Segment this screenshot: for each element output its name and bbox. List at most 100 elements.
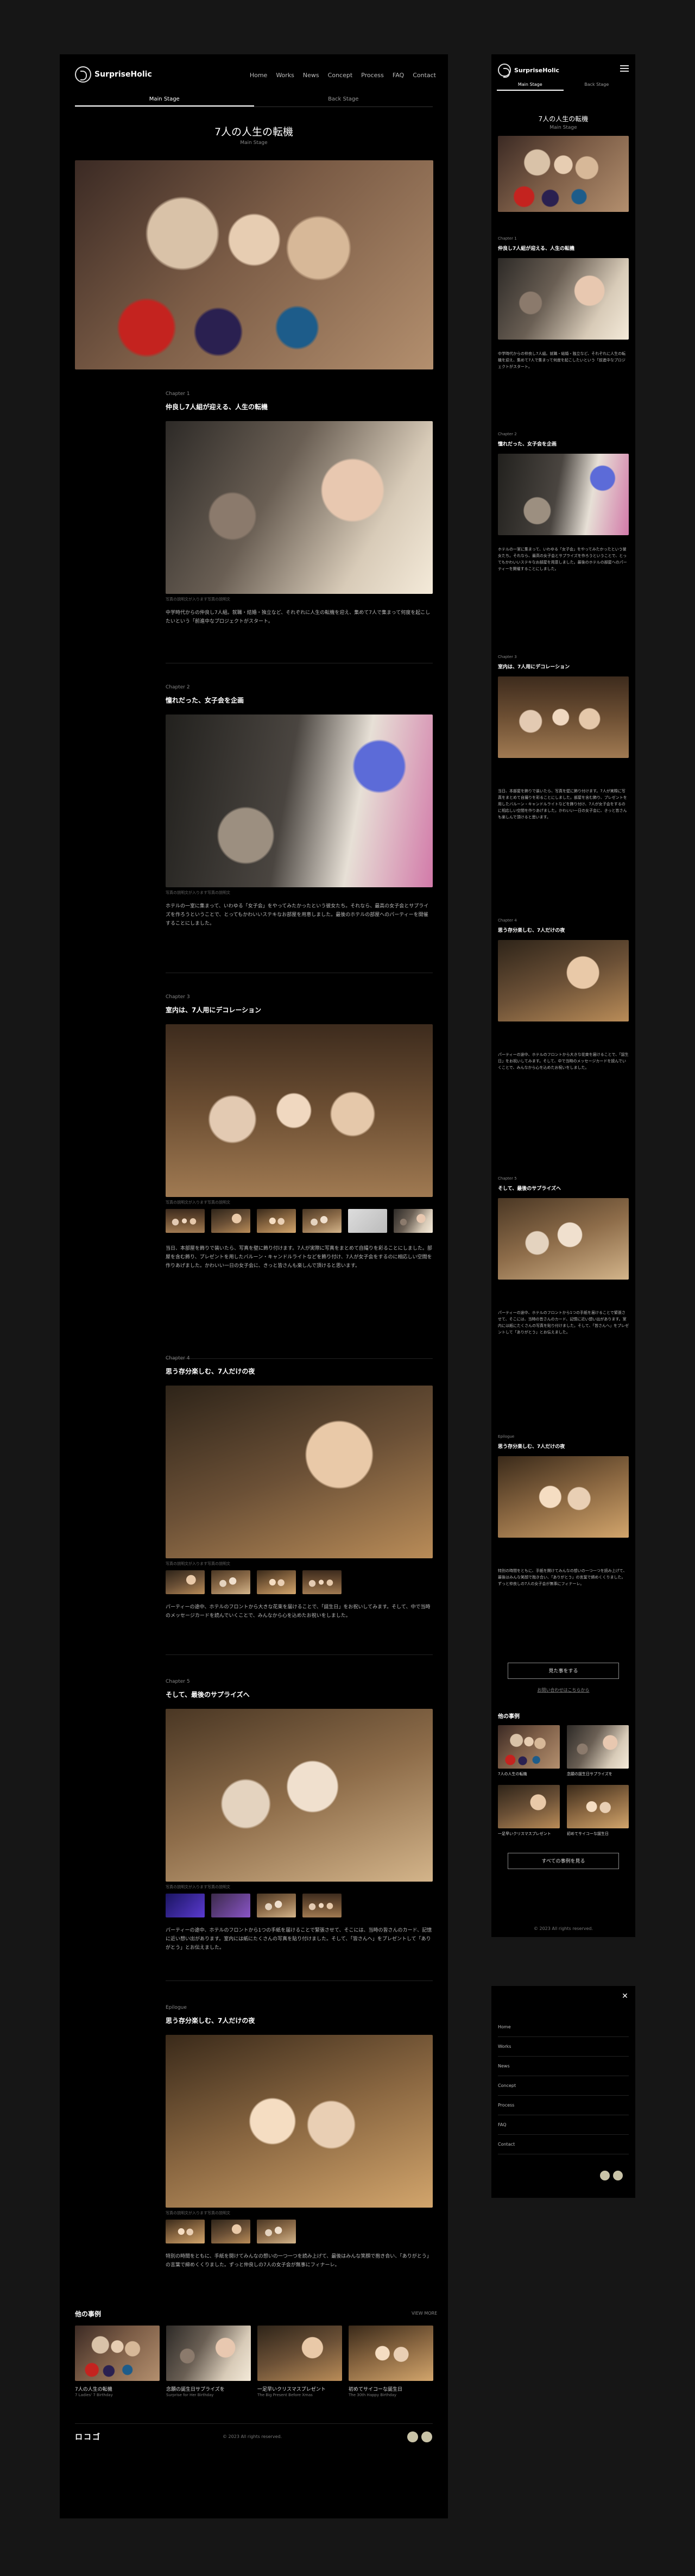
related-card-sub: The Big Present Before Xmas bbox=[257, 2393, 313, 2397]
chapter-heading: そして、最後のサプライズへ bbox=[166, 1691, 250, 1698]
view-more-link[interactable]: VIEW MORE bbox=[412, 2311, 437, 2316]
thumbnail[interactable] bbox=[302, 1570, 342, 1594]
related-card-title[interactable]: 7人の人生の転機 bbox=[75, 2385, 112, 2392]
nav-item-works[interactable]: Works bbox=[276, 72, 294, 79]
thumbnail[interactable] bbox=[166, 1209, 205, 1233]
thumbnail[interactable] bbox=[394, 1209, 433, 1233]
mobile-menu: ✕ Home Works News Concept Process FAQ Co… bbox=[491, 1986, 635, 2198]
chapter-label: Chapter 1 bbox=[498, 236, 517, 241]
related-card-image[interactable] bbox=[567, 1725, 629, 1769]
contact-link[interactable]: お問い合わせはこちらから bbox=[491, 1687, 635, 1693]
chapter-image bbox=[498, 1198, 629, 1280]
stage-tabs: Main Stage Back Stage bbox=[75, 92, 433, 106]
menu-item[interactable]: News bbox=[498, 2057, 629, 2076]
thumbnail[interactable] bbox=[211, 1209, 250, 1233]
menu-item[interactable]: FAQ bbox=[498, 2115, 629, 2135]
related-card-image[interactable] bbox=[567, 1785, 629, 1828]
thumbnail[interactable] bbox=[348, 1209, 387, 1233]
mobile-logo[interactable]: SurpriseHolic bbox=[498, 62, 559, 78]
nav-item-news[interactable]: News bbox=[303, 72, 319, 79]
thumbnail[interactable] bbox=[211, 1570, 250, 1594]
nav-item-home[interactable]: Home bbox=[250, 72, 267, 79]
thumbnail[interactable] bbox=[257, 1209, 296, 1233]
chapter-heading: 思う存分楽しむ、7人だけの夜 bbox=[166, 2017, 255, 2025]
related-card-title[interactable]: 7人の人生の転機 bbox=[498, 1771, 527, 1777]
image-caption: 写真の説明文が入ります写真の説明文 bbox=[166, 1200, 230, 1205]
tab-main-stage[interactable]: Main Stage bbox=[75, 92, 254, 106]
related-card-title[interactable]: 一足早いクリスマスプレゼント bbox=[498, 1831, 551, 1837]
menu-item[interactable]: Process bbox=[498, 2096, 629, 2115]
chapter-heading: 憧れだった、女子会を企画 bbox=[166, 697, 244, 704]
chapter-image bbox=[498, 454, 629, 535]
desktop-page: SurpriseHolic Home Works News Concept Pr… bbox=[60, 54, 448, 2518]
nav-item-concept[interactable]: Concept bbox=[328, 72, 353, 79]
thumbnail[interactable] bbox=[257, 1894, 296, 1917]
logo[interactable]: SurpriseHolic bbox=[75, 66, 152, 83]
nav-item-faq[interactable]: FAQ bbox=[393, 72, 404, 79]
tab-back-stage[interactable]: Back Stage bbox=[254, 92, 433, 106]
logo-text: SurpriseHolic bbox=[514, 66, 560, 74]
thumbnail[interactable] bbox=[166, 1570, 205, 1594]
chapter-body: パーティーの途中、ホテルのフロントから1つの手紙を届けることで緊張させて、そこに… bbox=[498, 1311, 629, 1334]
copyright: © 2023 All rights reserved. bbox=[223, 2434, 282, 2439]
chapter-image bbox=[498, 940, 629, 1021]
menu-item[interactable]: Home bbox=[498, 2017, 629, 2037]
chapter-label: Chapter 2 bbox=[166, 685, 190, 690]
chapter-heading: 思う存分楽しむ、7人だけの夜 bbox=[498, 928, 565, 933]
related-card-image[interactable] bbox=[75, 2326, 160, 2381]
chapter-label: Chapter 4 bbox=[498, 918, 517, 923]
image-caption: 写真の説明文が入ります写真の説明文 bbox=[166, 1562, 230, 1566]
chapter-label: Chapter 3 bbox=[166, 994, 190, 1000]
thumbnail[interactable] bbox=[166, 2220, 205, 2243]
chapter-body: 当日、本部屋を飾りで装いたら、写真を壁に飾り付けます。7人が実際に写真をまとめて… bbox=[166, 1246, 432, 1269]
request-button[interactable]: 見た事をする bbox=[508, 1663, 619, 1679]
thumbnail[interactable] bbox=[166, 1894, 205, 1917]
thumbnail[interactable] bbox=[211, 1894, 250, 1917]
copyright: © 2023 All rights reserved. bbox=[533, 1926, 593, 1931]
footer-divider bbox=[75, 2423, 433, 2424]
menu-item[interactable]: Works bbox=[498, 2037, 629, 2057]
close-icon[interactable]: ✕ bbox=[621, 1992, 629, 2000]
nav-item-contact[interactable]: Contact bbox=[413, 72, 436, 79]
facebook-icon[interactable] bbox=[600, 2171, 610, 2180]
related-card-title[interactable]: 初めてサイコーな誕生日 bbox=[349, 2385, 402, 2392]
chapter-image bbox=[166, 1386, 433, 1558]
logo-mark-icon bbox=[75, 66, 91, 83]
thumbnail[interactable] bbox=[257, 1570, 296, 1594]
thumbnail[interactable] bbox=[257, 2220, 296, 2243]
twitter-icon[interactable] bbox=[421, 2431, 432, 2442]
menu-item[interactable]: Concept bbox=[498, 2076, 629, 2096]
related-card-title[interactable]: 念願の誕生日サプライズを bbox=[567, 1771, 612, 1777]
chapter-label: Epilogue bbox=[166, 2005, 187, 2010]
chapter-heading: 室内は、7人用にデコレーション bbox=[498, 665, 570, 670]
tab-back-stage[interactable]: Back Stage bbox=[564, 79, 630, 91]
divider bbox=[166, 1980, 433, 1981]
related-card-title[interactable]: 初めてサイコーな誕生日 bbox=[567, 1831, 609, 1837]
facebook-icon[interactable] bbox=[407, 2431, 418, 2442]
footer-logo[interactable]: ロコゴ bbox=[75, 2431, 101, 2442]
related-card-title[interactable]: 一足早いクリスマスプレゼント bbox=[257, 2385, 326, 2392]
related-card-image[interactable] bbox=[166, 2326, 251, 2381]
chapter-image bbox=[498, 258, 629, 340]
all-works-button[interactable]: すべての事例を見る bbox=[508, 1853, 619, 1869]
related-card-image[interactable] bbox=[498, 1785, 560, 1828]
page-subtitle: Main Stage bbox=[549, 125, 577, 130]
chapter-body: ホテルの一室に集まって、いわゆる「女子会」をやってみたかったという彼女たち。それ… bbox=[498, 547, 627, 571]
thumbnail[interactable] bbox=[302, 1209, 342, 1233]
related-card-title[interactable]: 念願の誕生日サプライズを bbox=[166, 2385, 225, 2392]
thumbnail[interactable] bbox=[302, 1894, 342, 1917]
menu-icon[interactable] bbox=[620, 65, 629, 72]
chapter-image bbox=[166, 714, 433, 887]
twitter-icon[interactable] bbox=[613, 2171, 623, 2180]
tab-divider bbox=[75, 106, 433, 107]
chapter-heading: 憧れだった、女子会を企画 bbox=[498, 442, 557, 447]
thumbnail[interactable] bbox=[211, 2220, 250, 2243]
related-card-image[interactable] bbox=[349, 2326, 433, 2381]
related-card-image[interactable] bbox=[498, 1725, 560, 1769]
related-card-image[interactable] bbox=[257, 2326, 342, 2381]
chapter-heading: 思う存分楽しむ、7人だけの夜 bbox=[166, 1368, 255, 1375]
tab-main-stage[interactable]: Main Stage bbox=[497, 79, 564, 91]
chapter-body: 特別の時間をともに、手紙を開けてみんなの想いの一つ一つを読み上げて、最後はみんな… bbox=[166, 2254, 432, 2268]
menu-item[interactable]: Contact bbox=[498, 2135, 629, 2154]
nav-item-process[interactable]: Process bbox=[361, 72, 384, 79]
